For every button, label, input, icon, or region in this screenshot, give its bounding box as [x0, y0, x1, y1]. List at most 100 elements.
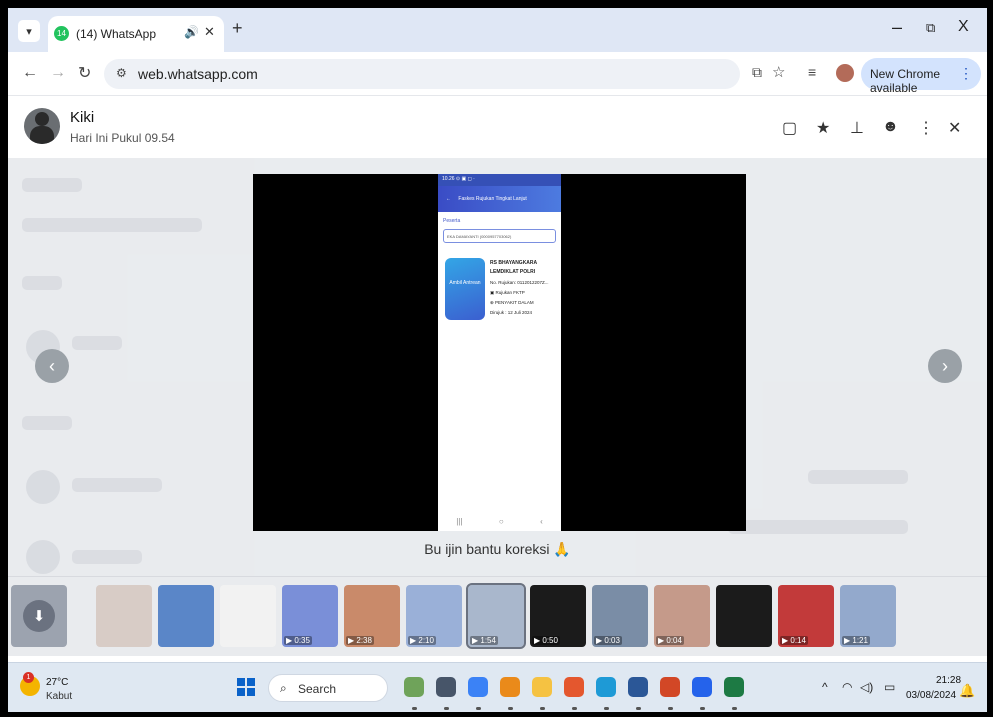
search-placeholder: Search	[298, 682, 337, 696]
media-thumbnail[interactable]: ▶ 0:14	[778, 585, 834, 647]
start-button[interactable]	[237, 678, 255, 696]
media-thumbnail[interactable]: ▶ 2:38	[344, 585, 400, 647]
taskbar-search[interactable]: ⌕ Search	[268, 674, 388, 702]
wifi-icon[interactable]: ◠	[842, 680, 852, 694]
running-indicator	[412, 707, 417, 710]
address-bar[interactable]: ⚙ web.whatsapp.com	[104, 59, 740, 89]
blur-element	[22, 416, 72, 430]
clock-date[interactable]: 03/08/2024	[906, 690, 956, 701]
media-thumbnail[interactable]: ▶ 0:03	[592, 585, 648, 647]
running-indicator	[700, 707, 705, 710]
chrome-titlebar: ▾ 14 (14) WhatsApp 🔊 ✕ + – ⧉ X	[8, 8, 987, 52]
media-thumbnail[interactable]: ▶ 1:54	[466, 583, 526, 649]
more-options-icon[interactable]: ⋮	[918, 118, 934, 138]
site-info-icon[interactable]: ⚙	[116, 66, 127, 80]
chrome-icon[interactable]	[500, 677, 520, 697]
blur-element	[72, 478, 162, 492]
store-icon[interactable]	[564, 677, 584, 697]
blur-element	[22, 178, 82, 192]
start-tile	[237, 688, 245, 696]
running-indicator	[604, 707, 609, 710]
file-explorer-icon[interactable]	[532, 677, 552, 697]
menu-dots-icon[interactable]: ⋮	[959, 65, 973, 82]
media-thumbnail[interactable]	[220, 585, 276, 647]
widgets-app-icon[interactable]	[404, 677, 424, 697]
edge-icon[interactable]	[596, 677, 616, 697]
restore-button[interactable]: ⧉	[926, 20, 935, 36]
video-duration: ▶ 0:50	[532, 636, 560, 645]
video-duration: ▶ 2:38	[346, 636, 374, 645]
bookmark-star-icon[interactable]: ☆	[772, 63, 785, 81]
tab-search-button[interactable]: ▾	[18, 20, 40, 42]
install-app-icon[interactable]: ⧉	[752, 64, 762, 81]
avatar-body-shape	[30, 126, 54, 144]
powerpoint-icon[interactable]	[660, 677, 680, 697]
next-media-button[interactable]: ›	[928, 349, 962, 383]
media-caption: Bu ijin bantu koreksi 🙏	[424, 541, 571, 557]
video-duration: ▶ 1:21	[842, 636, 870, 645]
video-duration: ▶ 0:03	[594, 636, 622, 645]
sender-avatar[interactable]	[24, 108, 60, 144]
reading-list-icon[interactable]: ≡	[808, 64, 816, 80]
back-icon[interactable]: ←	[22, 64, 38, 82]
windows-taskbar: 1 27°C Kabut ⌕ Search ^ ◠ ◁) ▭ 21:28 03/…	[8, 662, 987, 712]
volume-icon[interactable]: ◁)	[860, 680, 873, 694]
message-timestamp: Hari Ini Pukul 09.54	[70, 131, 175, 145]
task-view-icon[interactable]	[436, 677, 456, 697]
media-thumbnail[interactable]: ▶ 0:35	[282, 585, 338, 647]
copilot-icon[interactable]	[468, 677, 488, 697]
thumbnail-list: ▶ 0:35 ▶ 2:38 ▶ 2:10 ▶ 1:54 ▶ 0:50 ▶ 0:03 ▶ 0:…	[22, 577, 973, 657]
new-tab-button[interactable]: +	[232, 18, 243, 39]
close-viewer-icon[interactable]: ✕	[948, 118, 961, 138]
media-thumbnail[interactable]	[96, 585, 152, 647]
clock-time[interactable]: 21:28	[936, 675, 961, 686]
pin-icon[interactable]: ⊥	[850, 118, 864, 138]
previous-media-button[interactable]: ‹	[35, 349, 69, 383]
weather-description[interactable]: Kabut	[46, 691, 72, 702]
running-indicator	[540, 707, 545, 710]
media-thumbnail[interactable]: ▶ 2:10	[406, 585, 462, 647]
video-duration: ▶ 0:35	[284, 636, 312, 645]
running-indicator	[508, 707, 513, 710]
start-tile	[237, 678, 245, 686]
go-to-message-icon[interactable]: ▢	[782, 118, 797, 138]
media-thumbnail[interactable]: ▶ 1:21	[840, 585, 896, 647]
video-duration: ▶ 0:14	[780, 636, 808, 645]
chrome-update-button[interactable]: New Chrome available ⋮	[861, 58, 981, 95]
tab-close-icon[interactable]: ✕	[204, 24, 215, 40]
word-icon[interactable]	[628, 677, 648, 697]
speaker-icon[interactable]: 🔊	[184, 25, 199, 39]
battery-icon[interactable]: ▭	[884, 680, 895, 694]
reload-icon[interactable]: ↻	[78, 63, 91, 83]
blur-element	[22, 276, 62, 290]
star-icon[interactable]: ★	[816, 118, 830, 138]
phone-referral-line: ▣ Rujukan FKTP	[490, 290, 525, 295]
update-label: New Chrome available	[870, 67, 941, 95]
blur-element	[728, 520, 908, 534]
media-thumbnail[interactable]: ▶ 0:04	[654, 585, 710, 647]
blur-element	[26, 470, 60, 504]
photos-icon[interactable]	[692, 677, 712, 697]
blur-element	[808, 470, 908, 484]
weather-temperature[interactable]: 27°C	[46, 677, 68, 688]
running-indicator	[668, 707, 673, 710]
forward-icon[interactable]: →	[50, 64, 66, 82]
media-thumbnail[interactable]: ▶ 0:50	[530, 585, 586, 647]
phone-hospital-line: RS BHAYANGKARA	[490, 260, 538, 266]
phone-field-label: Peserta	[443, 218, 461, 224]
start-tile	[247, 688, 255, 696]
excel-icon[interactable]	[724, 677, 744, 697]
window-close-button[interactable]: X	[958, 18, 969, 36]
profile-avatar[interactable]	[836, 64, 854, 82]
url-text[interactable]: web.whatsapp.com	[138, 66, 258, 82]
tab-whatsapp[interactable]: 14 (14) WhatsApp 🔊 ✕	[48, 16, 224, 52]
minimize-button[interactable]: –	[892, 17, 902, 38]
media-thumbnail[interactable]	[158, 585, 214, 647]
media-thumbnail[interactable]	[716, 585, 772, 647]
tray-chevron-icon[interactable]: ^	[822, 680, 828, 694]
running-indicator	[636, 707, 641, 710]
video-duration: ▶ 1:54	[470, 636, 498, 645]
emoji-icon[interactable]: ☻	[882, 118, 899, 136]
blur-element	[22, 218, 202, 232]
notification-bell-icon[interactable]: 🔔	[959, 683, 975, 699]
